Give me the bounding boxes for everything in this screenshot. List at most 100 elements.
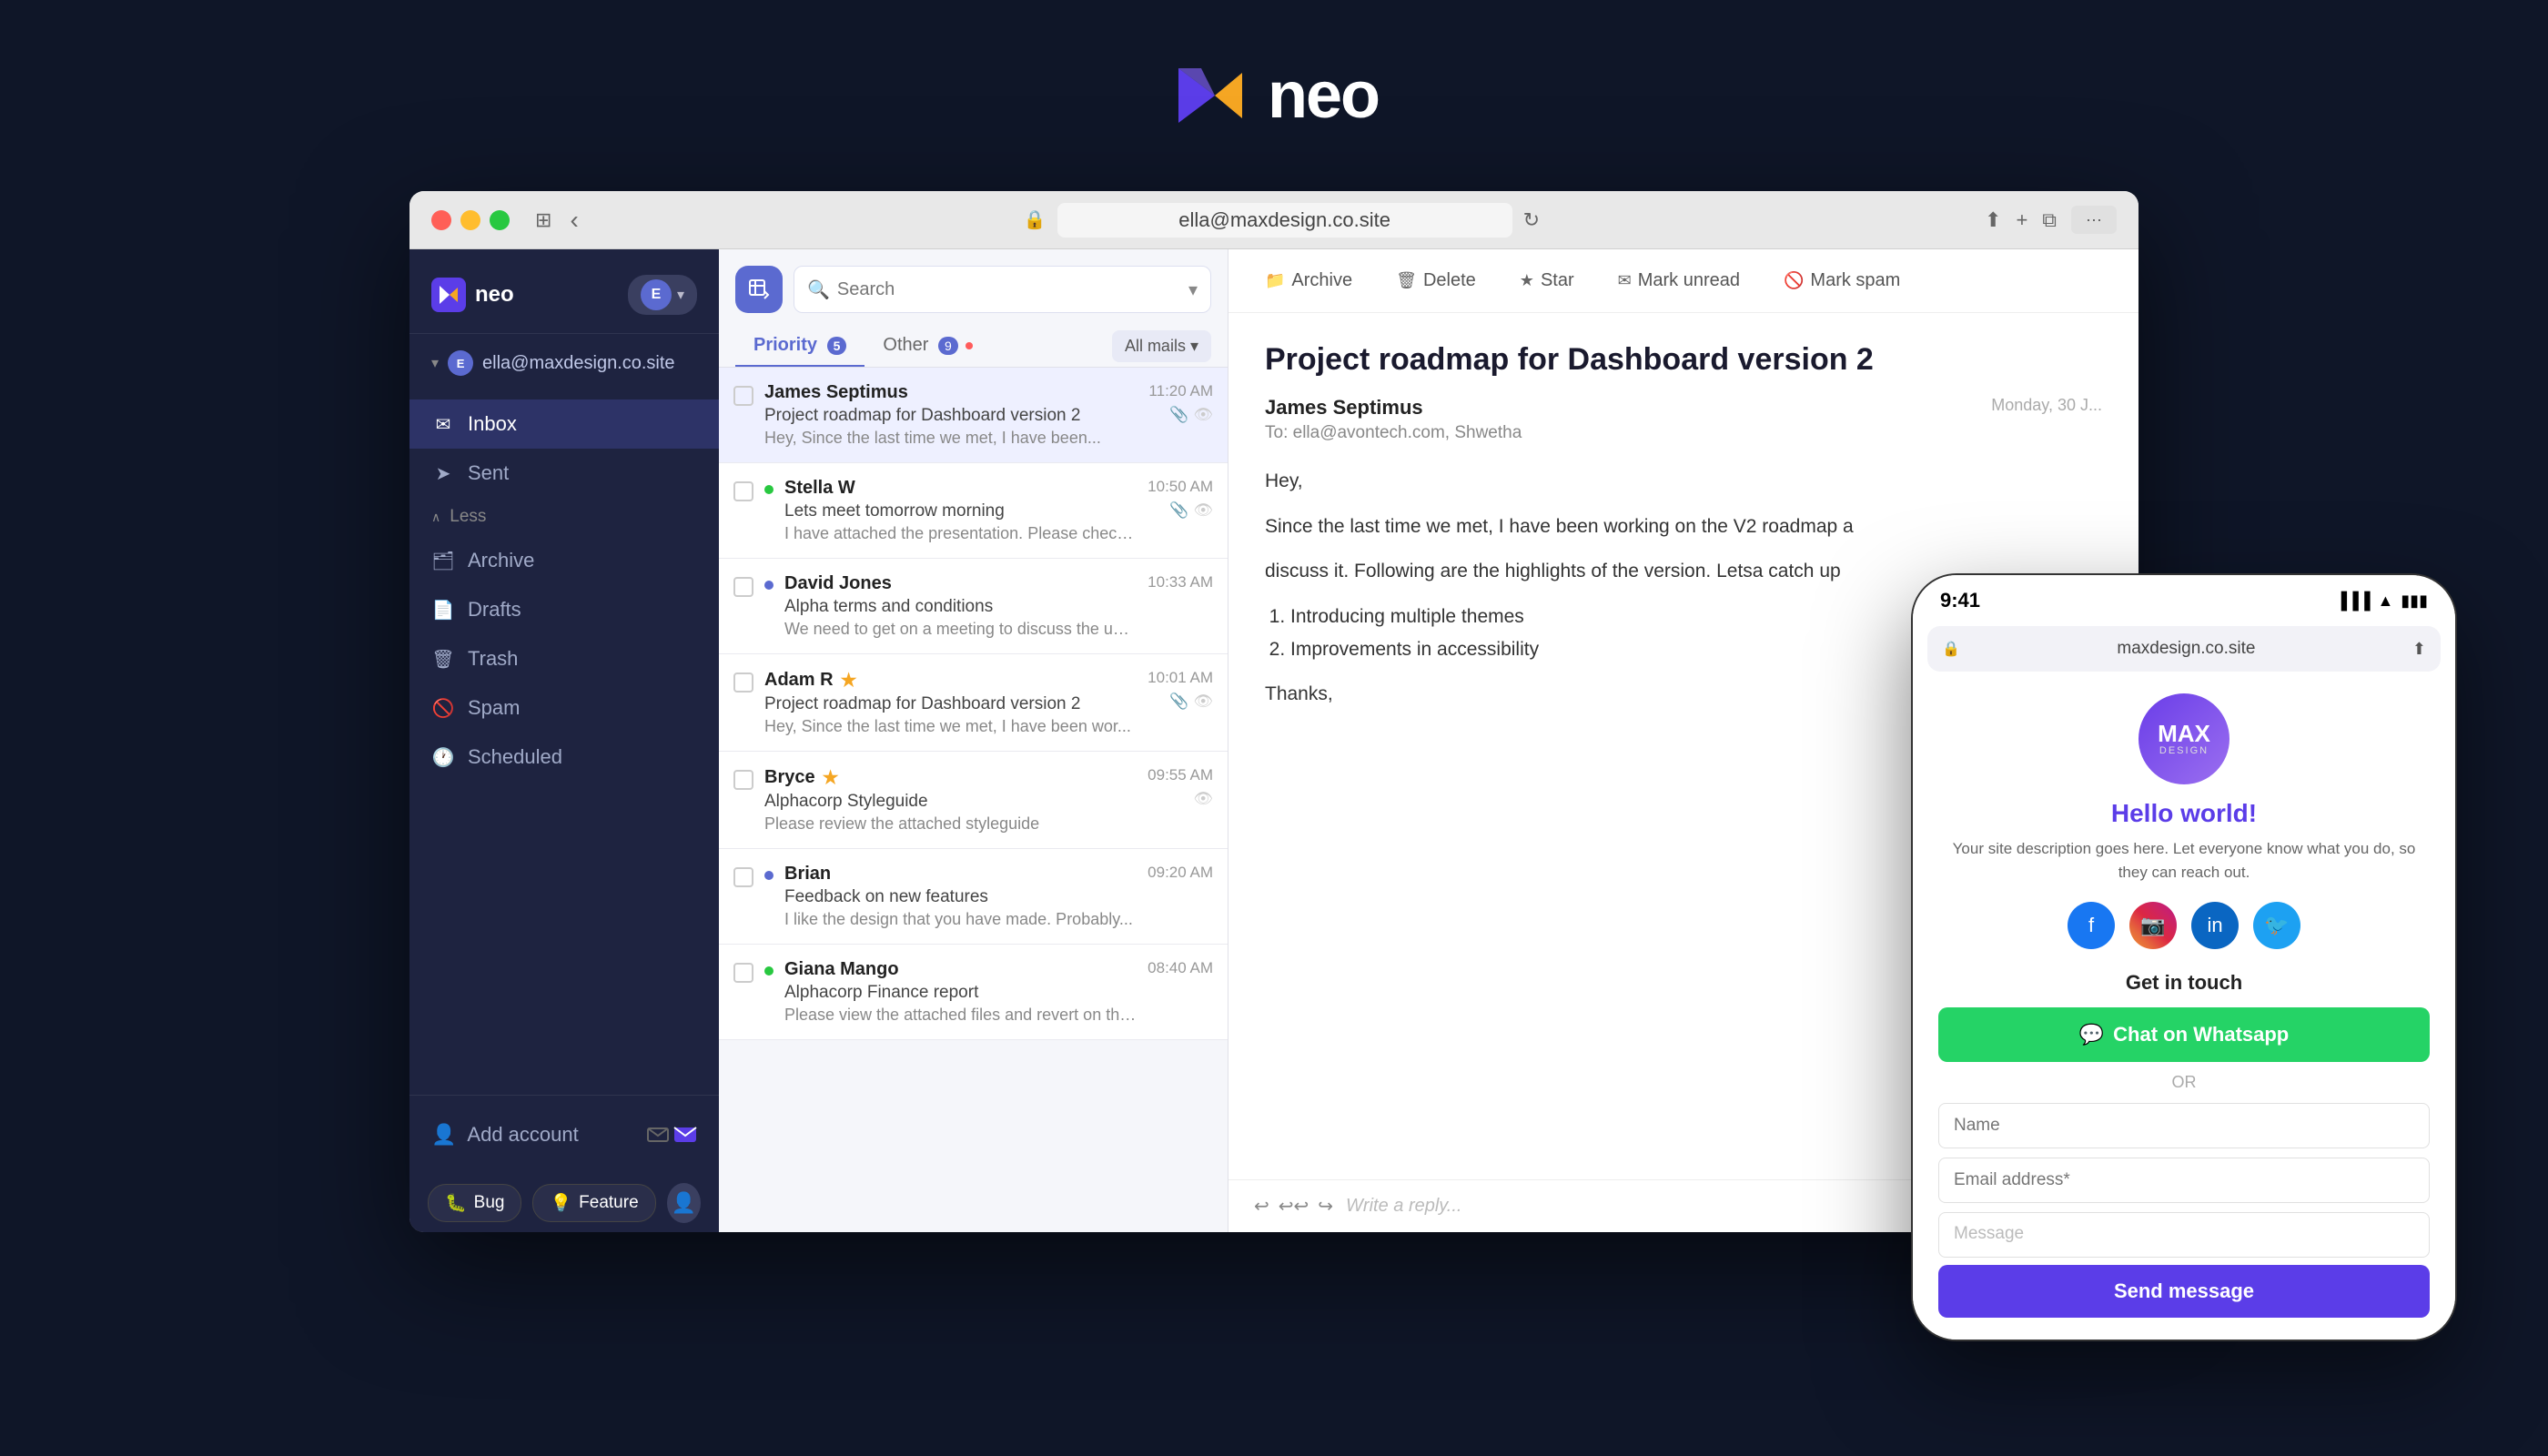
sidebar-toggle-icon[interactable]: ⊞ xyxy=(535,208,551,232)
message-input[interactable]: Message xyxy=(1938,1212,2430,1258)
lock-icon: 🔒 xyxy=(1024,208,1046,231)
mark-spam-toolbar-icon: 🚫 xyxy=(1784,271,1804,290)
app-window: ⊞ ‹ 🔒 ella@maxdesign.co.site ↻ ⬆ + ⧉ ··· xyxy=(410,191,2138,1232)
email-item-david[interactable]: David Jones Alpha terms and conditions W… xyxy=(719,559,1228,654)
forward-icon[interactable]: ↪ xyxy=(1318,1195,1333,1218)
email-meta-0: 11:20 AM 📎 👁 xyxy=(1148,382,1213,424)
collapse-icon: ▾ xyxy=(431,354,439,372)
email-item-brian[interactable]: Brian Feedback on new features I like th… xyxy=(719,849,1228,945)
name-input[interactable] xyxy=(1938,1103,2430,1148)
sidebar-item-scheduled[interactable]: 🕐 Scheduled xyxy=(410,733,719,782)
email-checkbox-0[interactable] xyxy=(733,386,753,406)
search-input[interactable] xyxy=(837,279,1181,300)
maximize-button[interactable] xyxy=(490,210,510,230)
email-time-3: 10:01 AM xyxy=(1148,669,1213,687)
sidebar-item-drafts[interactable]: 📄 Drafts xyxy=(410,585,719,634)
email-item-adam[interactable]: Adam R ★ Project roadmap for Dashboard v… xyxy=(719,654,1228,752)
email-checkbox-2[interactable] xyxy=(733,577,753,597)
linkedin-icon[interactable]: in xyxy=(2191,902,2239,949)
star-toolbar-icon: ★ xyxy=(1520,271,1534,290)
email-preview-0: Hey, Since the last time we met, I have … xyxy=(764,429,1138,448)
close-button[interactable] xyxy=(431,210,451,230)
add-account-button[interactable]: 👤 Add account xyxy=(431,1114,697,1156)
trash-icon: 🗑 xyxy=(431,648,455,671)
bug-button[interactable]: 🐛 Bug xyxy=(428,1184,521,1222)
sidebar-item-spam[interactable]: 🚫 Spam xyxy=(410,683,719,733)
sidebar-item-archive[interactable]: 🗂 Archive xyxy=(410,536,719,585)
mark-spam-button[interactable]: 🚫 Mark spam xyxy=(1773,264,1911,298)
mark-unread-button[interactable]: ✉ Mark unread xyxy=(1607,264,1751,298)
reply-icon[interactable]: ↩ xyxy=(1254,1195,1269,1218)
email-icons-3: 📎 👁 xyxy=(1169,693,1213,711)
scheduled-label: Scheduled xyxy=(468,745,562,769)
email-item-giana[interactable]: Giana Mango Alphacorp Finance report Ple… xyxy=(719,945,1228,1040)
all-mails-chevron-icon: ▾ xyxy=(1190,337,1198,356)
less-toggle[interactable]: ∧ Less xyxy=(410,498,719,536)
whatsapp-button[interactable]: 💬 Chat on Whatsapp xyxy=(1938,1007,2430,1062)
back-icon[interactable]: ‹ xyxy=(570,206,578,235)
mark-unread-btn-label: Mark unread xyxy=(1638,270,1740,291)
email-item-bryce[interactable]: Bryce ★ Alphacorp Styleguide Please revi… xyxy=(719,752,1228,849)
twitter-icon[interactable]: 🐦 xyxy=(2253,902,2300,949)
compose-button[interactable] xyxy=(735,266,783,313)
mobile-status-bar: 9:41 ▐▐▐ ▲ ▮▮▮ xyxy=(1913,575,2455,626)
share-icon[interactable]: ⬆ xyxy=(1985,208,2001,232)
email-preview-5: I like the design that you have made. Pr… xyxy=(784,910,1137,929)
sidebar-item-trash[interactable]: 🗑 Trash xyxy=(410,634,719,683)
email-from-3: Adam R ★ xyxy=(764,669,1137,692)
drafts-label: Drafts xyxy=(468,598,521,622)
url-text: ella@maxdesign.co.site xyxy=(1178,208,1390,232)
all-mails-button[interactable]: All mails ▾ xyxy=(1112,330,1211,362)
email-checkbox-6[interactable] xyxy=(733,963,753,983)
star-button[interactable]: ★ Star xyxy=(1509,264,1585,298)
send-message-button[interactable]: Send message xyxy=(1938,1265,2430,1318)
filter-icon[interactable]: ▾ xyxy=(1188,278,1198,301)
email-checkbox-4[interactable] xyxy=(733,770,753,790)
email-item-stella[interactable]: Stella W Lets meet tomorrow morning I ha… xyxy=(719,463,1228,559)
star-btn-label: Star xyxy=(1541,270,1574,291)
email-content-3: Adam R ★ Project roadmap for Dashboard v… xyxy=(764,669,1137,736)
email-checkbox-5[interactable] xyxy=(733,867,753,887)
sidebar-account-row[interactable]: ▾ E ella@maxdesign.co.site xyxy=(410,334,719,392)
email-item-james[interactable]: James Septimus Project roadmap for Dashb… xyxy=(719,368,1228,463)
less-chevron-icon: ∧ xyxy=(431,510,440,525)
less-label: Less xyxy=(450,507,486,527)
email-preview-4: Please review the attached styleguide xyxy=(764,814,1137,834)
archive-label: Archive xyxy=(468,549,534,572)
tabs-row: Priority 5 Other 9 All mails ▾ xyxy=(719,313,1228,368)
email-preview-2: We need to get on a meeting to discuss t… xyxy=(784,620,1137,639)
reply-all-icon[interactable]: ↩↩ xyxy=(1279,1195,1309,1218)
new-tab-icon[interactable]: + xyxy=(2016,208,2027,232)
url-bar[interactable]: ella@maxdesign.co.site xyxy=(1057,203,1512,238)
sidebar-logo-svg xyxy=(437,283,460,307)
trash-label: Trash xyxy=(468,647,518,671)
title-bar-icons: ⊞ ‹ xyxy=(535,206,579,235)
mobile-share-icon[interactable]: ⬆ xyxy=(2412,640,2426,659)
search-bar[interactable]: 🔍 ▾ xyxy=(794,266,1211,313)
email-checkbox-1[interactable] xyxy=(733,481,753,501)
reload-icon[interactable]: ↻ xyxy=(1523,208,1540,232)
sidebar-item-inbox[interactable]: ✉ Inbox xyxy=(410,399,719,449)
facebook-icon[interactable]: f xyxy=(2068,902,2115,949)
tab-other[interactable]: Other 9 xyxy=(864,326,991,367)
copy-tab-icon[interactable]: ⧉ xyxy=(2042,208,2057,232)
sidebar-item-sent[interactable]: ➤ Sent xyxy=(410,449,719,498)
add-account-icons xyxy=(646,1127,697,1143)
unread-dot-6 xyxy=(764,966,774,976)
tab-priority[interactable]: Priority 5 xyxy=(735,326,864,367)
account-switcher[interactable]: E ▾ xyxy=(628,275,697,315)
user-button[interactable]: 👤 xyxy=(667,1183,701,1223)
mail-icon-m xyxy=(646,1127,670,1143)
mobile-browser-bar[interactable]: 🔒 maxdesign.co.site ⬆ xyxy=(1927,626,2441,672)
contact-form: Message xyxy=(1938,1103,2430,1258)
or-divider: OR xyxy=(1938,1073,2430,1092)
feature-button[interactable]: 💡 Feature xyxy=(532,1184,655,1222)
email-checkbox-3[interactable] xyxy=(733,672,753,693)
tabs-button[interactable]: ··· xyxy=(2071,206,2117,234)
minimize-button[interactable] xyxy=(460,210,480,230)
detail-toolbar: 📁 Archive 🗑 Delete ★ Star ✉ Mark unread xyxy=(1228,249,2138,313)
archive-button[interactable]: 📁 Archive xyxy=(1254,264,1363,298)
delete-button[interactable]: 🗑 Delete xyxy=(1385,264,1487,298)
email-input[interactable] xyxy=(1938,1158,2430,1203)
instagram-icon[interactable]: 📷 xyxy=(2129,902,2177,949)
